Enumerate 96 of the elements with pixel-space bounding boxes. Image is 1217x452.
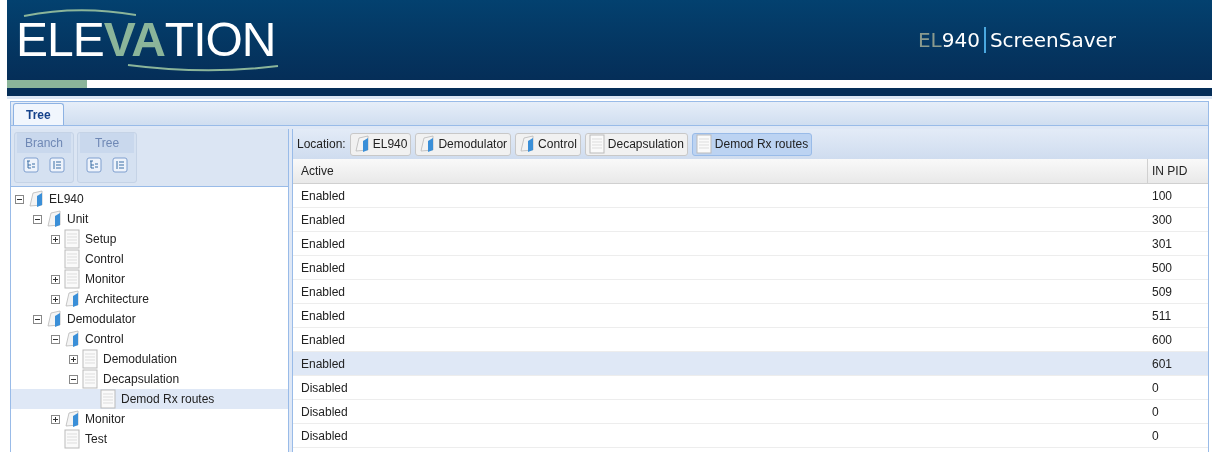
tree-item[interactable]: Architecture [11, 289, 288, 309]
table-cell-text: 0 [1151, 403, 1160, 421]
expand-icon[interactable] [51, 294, 60, 304]
table-cell-text: 500 [1151, 259, 1174, 277]
table-cell-text: Enabled [300, 235, 347, 253]
tree-label: Control [85, 252, 124, 266]
breadcrumb-button[interactable]: Demod Rx routes [691, 132, 813, 156]
table-cell-text: Enabled [300, 331, 347, 349]
column-header[interactable]: IN PID [1148, 159, 1208, 183]
table-cell-text: Enabled [300, 211, 347, 229]
product-name: 940 [941, 27, 980, 54]
tree-item[interactable]: Demodulator [11, 309, 288, 329]
logo-arc-icon [22, 8, 136, 17]
tree-label: Demod Rx routes [121, 392, 215, 406]
expand-icon[interactable] [51, 234, 60, 244]
table-cell-text: Enabled [300, 355, 347, 373]
folder-icon [64, 290, 80, 308]
product-name: EL [917, 27, 942, 54]
page-icon [82, 349, 98, 369]
logo-swoosh-icon [127, 62, 279, 72]
tree-label: Setup [85, 232, 117, 246]
tree-label: Monitor [85, 272, 125, 286]
table-row[interactable]: Enabled 601 [293, 352, 1208, 376]
folder-icon [46, 310, 62, 328]
tree-item[interactable]: Monitor [11, 269, 288, 289]
tree-item[interactable]: Demodulation [11, 349, 288, 369]
expand-icon[interactable] [51, 274, 60, 284]
breadcrumb-button[interactable]: Demodulator [415, 132, 512, 156]
tree-item[interactable]: EL940 [11, 189, 288, 209]
tree-label: Demodulator [67, 312, 136, 326]
collapse-icon[interactable] [33, 214, 42, 224]
column-header[interactable]: Active [293, 159, 1148, 183]
tree-label: Unit [67, 212, 89, 226]
tree-item[interactable]: Control [11, 329, 288, 349]
breadcrumb-button[interactable]: Decapsulation [584, 132, 688, 156]
folder-icon [519, 135, 536, 153]
breadcrumb-button[interactable]: Control [515, 132, 581, 156]
expand-icon[interactable] [51, 414, 60, 424]
table-cell-text: 0 [1151, 427, 1160, 445]
page-icon [64, 269, 80, 289]
tree-label: Control [85, 332, 124, 346]
tree-label: Test [85, 432, 107, 446]
page-icon [64, 429, 80, 449]
folder-icon [64, 410, 80, 428]
page-icon [64, 229, 80, 249]
folder-icon [419, 135, 436, 153]
table-cell-text: Disabled [300, 379, 349, 397]
tree-label: Monitor [85, 412, 125, 426]
tree-label: Decapsulation [103, 372, 180, 386]
expand-icon[interactable] [69, 354, 78, 364]
tab[interactable]: Tree [13, 103, 64, 125]
table-cell-text: 601 [1151, 355, 1174, 373]
table-cell-text: 100 [1151, 187, 1174, 205]
page-icon [100, 389, 116, 409]
logo-text: VA [103, 12, 165, 66]
tree-item[interactable]: Unit [11, 209, 288, 229]
app-name: ScreenSaver [989, 27, 1116, 54]
table-cell-text: 0 [1151, 379, 1160, 397]
table-cell-text: 300 [1151, 211, 1174, 229]
tree-label: Architecture [85, 292, 150, 306]
table-cell-text: 511 [1151, 307, 1173, 325]
location-label: Location: [297, 136, 346, 153]
tree-item[interactable]: Setup [11, 229, 288, 249]
folder-icon [28, 190, 44, 208]
table-cell-text: Disabled [300, 403, 349, 421]
collapse-icon[interactable] [33, 314, 42, 324]
table-cell-text: 301 [1151, 235, 1174, 253]
tree-item[interactable]: Control [11, 249, 288, 269]
toolbar-group-label: Tree [80, 133, 134, 153]
logo-text: ELE [16, 12, 104, 66]
tree-label: EL940 [49, 192, 84, 206]
collapse-icon[interactable] [69, 374, 78, 384]
page-icon [588, 134, 605, 154]
tree-label: Demodulation [103, 352, 178, 366]
table-cell-text: 600 [1151, 331, 1174, 349]
folder-icon [46, 210, 62, 228]
table-cell-text: Enabled [300, 187, 347, 205]
page-icon [82, 369, 98, 389]
page-icon [695, 134, 712, 154]
table-cell-text: Disabled [300, 427, 349, 445]
tree-item[interactable]: Demod Rx routes [11, 389, 288, 409]
folder-icon [353, 135, 370, 153]
logo-text: TION [164, 12, 276, 66]
collapse-icon[interactable] [15, 194, 24, 204]
tree-item[interactable]: Monitor [11, 409, 288, 429]
table-cell-text: Enabled [300, 259, 347, 277]
breadcrumb-button[interactable]: EL940 [349, 132, 412, 156]
table-cell-text: Enabled [300, 307, 347, 325]
page-icon [64, 249, 80, 269]
tree-item[interactable]: Decapsulation [11, 369, 288, 389]
table-cell-text: 509 [1151, 283, 1174, 301]
toolbar-group-label: Branch [17, 133, 71, 153]
folder-icon [64, 330, 80, 348]
collapse-icon[interactable] [51, 334, 60, 344]
table-cell-text: Enabled [300, 283, 347, 301]
tree-item[interactable]: Test [11, 429, 288, 449]
